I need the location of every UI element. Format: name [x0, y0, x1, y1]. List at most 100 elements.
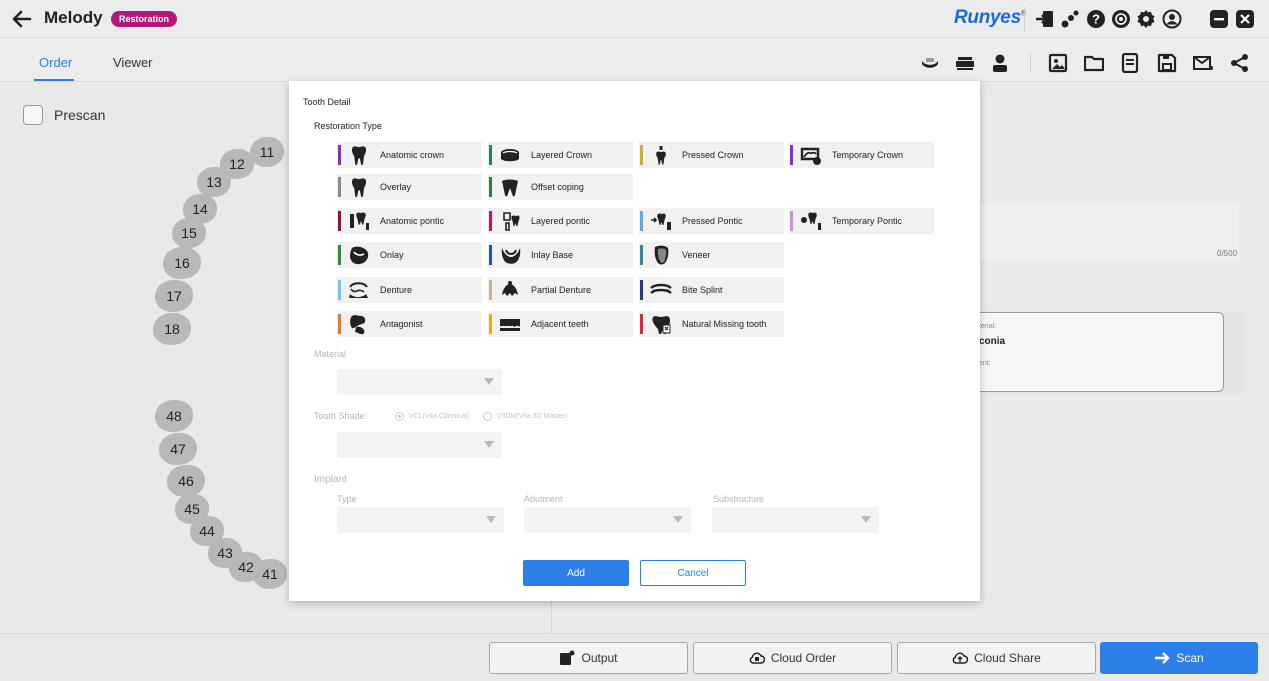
tab-viewer[interactable]: Viewer	[113, 55, 153, 70]
tooth-shade-label: Tooth Shade	[314, 411, 365, 421]
scan-button[interactable]: Scan	[1100, 642, 1258, 674]
save-icon[interactable]	[1157, 53, 1177, 73]
restoration-type-offset-coping[interactable]: Offset coping	[488, 174, 633, 200]
tooth-16[interactable]: 16	[163, 247, 201, 279]
veneer-icon	[649, 244, 673, 266]
prescan-label: Prescan	[54, 107, 106, 123]
restoration-type-label: Anatomic crown	[380, 150, 445, 160]
restoration-type-onlay[interactable]: Onlay	[337, 242, 482, 268]
restoration-type-inlay-base[interactable]: Inlay Base	[488, 242, 633, 268]
tab-order[interactable]: Order	[39, 55, 72, 70]
color-indicator	[489, 211, 492, 231]
tooth-card[interactable]	[965, 312, 1224, 392]
restoration-type-temporary-pontic[interactable]: Temporary Pontic	[789, 208, 934, 234]
restoration-type-denture[interactable]: Denture	[337, 277, 482, 303]
restoration-type-anatomic-crown[interactable]: Anatomic crown	[337, 142, 482, 168]
vcl-radio-label: VCL(Vita Classical)	[409, 413, 470, 420]
user-profile-icon[interactable]	[990, 53, 1010, 73]
restoration-type-natural-missing-tooth[interactable]: Natural Missing tooth	[639, 311, 784, 337]
printer-icon[interactable]	[955, 53, 975, 73]
substructure-select[interactable]	[712, 507, 879, 533]
anatomic-pontic-icon	[347, 210, 371, 232]
output-button[interactable]: Output	[489, 642, 688, 674]
v3dm-radio-label: V3DM(Vita 3D Master)	[497, 413, 568, 420]
restoration-type-bite-splint[interactable]: Bite Splint	[639, 277, 784, 303]
restoration-type-pressed-crown[interactable]: Pressed Crown	[639, 142, 784, 168]
back-arrow-icon[interactable]	[10, 8, 32, 30]
cloud-order-button[interactable]: Cloud Order	[693, 642, 892, 674]
tooth-15[interactable]: 15	[172, 218, 206, 248]
tooth-shade-select[interactable]	[337, 432, 502, 458]
anatomic-crown-icon	[347, 144, 371, 166]
notes-textarea[interactable]	[979, 203, 1239, 261]
layered-pontic-icon	[498, 210, 522, 232]
help-icon[interactable]: ?	[1085, 8, 1107, 30]
tooth-46[interactable]: 46	[167, 465, 205, 497]
color-indicator	[640, 314, 643, 334]
folder-icon[interactable]	[1083, 53, 1105, 73]
scanner-icon[interactable]	[920, 53, 940, 73]
tooth-18[interactable]: 18	[153, 313, 191, 345]
restoration-type-label: Layered Crown	[531, 150, 593, 160]
color-indicator	[640, 280, 643, 300]
tooth-41[interactable]: 41	[253, 559, 287, 589]
layered-crown-icon	[498, 144, 522, 166]
restoration-type-label: Partial Denture	[531, 285, 592, 295]
temporary-crown-icon	[799, 144, 823, 166]
restoration-type-partial-denture[interactable]: Partial Denture	[488, 277, 633, 303]
color-indicator	[338, 145, 341, 165]
restoration-type-label: Offset coping	[531, 182, 584, 192]
color-indicator	[338, 280, 341, 300]
arrow-right-icon	[1155, 652, 1171, 664]
user-icon[interactable]	[1161, 8, 1183, 30]
tooth-13[interactable]: 13	[197, 167, 231, 197]
cloud-share-button[interactable]: Cloud Share	[897, 642, 1096, 674]
settings-icon[interactable]	[1135, 8, 1157, 30]
restoration-type-label: Anatomic pontic	[380, 216, 445, 226]
record-icon[interactable]	[1110, 8, 1132, 30]
restoration-type-overlay[interactable]: Overlay	[337, 174, 482, 200]
color-indicator	[640, 211, 643, 231]
connect-icon[interactable]	[1059, 8, 1081, 30]
tooth-17[interactable]: 17	[155, 280, 193, 312]
restoration-type-label: Natural Missing tooth	[682, 319, 767, 329]
restoration-type-anatomic-pontic[interactable]: Anatomic pontic	[337, 208, 482, 234]
document-icon[interactable]	[1120, 52, 1140, 74]
restoration-type-pressed-pontic[interactable]: Pressed Pontic	[639, 208, 784, 234]
partial-denture-icon	[498, 279, 522, 301]
cancel-button[interactable]: Cancel	[640, 560, 746, 586]
implant-type-select[interactable]	[337, 507, 504, 533]
mail-icon[interactable]	[1193, 53, 1213, 73]
abutment-select[interactable]	[524, 507, 691, 533]
close-icon[interactable]	[1234, 8, 1256, 30]
restoration-type-adjacent-teeth[interactable]: Adjacent teeth	[488, 311, 633, 337]
image-icon[interactable]	[1048, 53, 1068, 73]
minimize-icon[interactable]	[1208, 8, 1230, 30]
restoration-type-temporary-crown[interactable]: Temporary Crown	[789, 142, 934, 168]
restoration-type-layered-pontic[interactable]: Layered pontic	[488, 208, 633, 234]
prescan-checkbox[interactable]	[23, 105, 43, 125]
tooth-47[interactable]: 47	[159, 433, 197, 465]
restoration-type-veneer[interactable]: Veneer	[639, 242, 784, 268]
color-indicator	[790, 211, 793, 231]
v3dm-radio[interactable]	[483, 412, 492, 421]
app-name: Melody	[44, 8, 103, 27]
adjacent-teeth-icon	[498, 313, 522, 335]
tooth-detail-dialog: Tooth Detail Restoration Type Anatomic c…	[289, 81, 980, 601]
restoration-type-layered-crown[interactable]: Layered Crown	[488, 142, 633, 168]
tooth-48[interactable]: 48	[155, 400, 193, 432]
color-indicator	[489, 245, 492, 265]
restoration-type-antagonist[interactable]: Antagonist	[337, 311, 482, 337]
restoration-type-label: Onlay	[380, 250, 404, 260]
tooth-11[interactable]: 11	[250, 137, 284, 167]
inlay-base-icon	[498, 244, 522, 266]
restoration-type-label: Antagonist	[380, 319, 423, 329]
vcl-radio[interactable]	[395, 412, 404, 421]
import-icon[interactable]	[1034, 8, 1056, 30]
color-indicator	[640, 145, 643, 165]
color-indicator	[640, 245, 643, 265]
dropdown-arrow-icon	[484, 378, 494, 385]
add-button[interactable]: Add	[523, 560, 629, 586]
material-select[interactable]	[337, 369, 502, 395]
share-icon[interactable]	[1230, 53, 1250, 73]
